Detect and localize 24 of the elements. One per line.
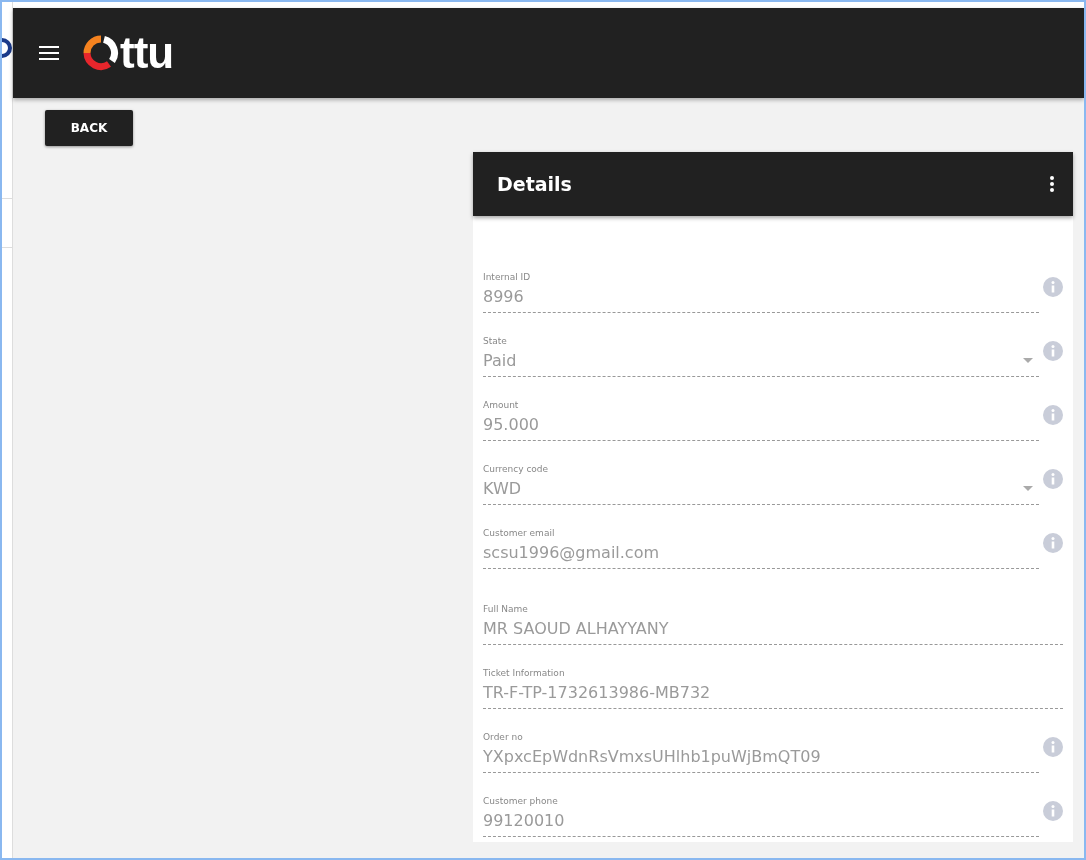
input-field[interactable]: Order no YXpxcEpWdnRsVmxsUHlhb1puWjBmQT09 <box>483 715 1039 773</box>
info-icon[interactable] <box>1043 405 1063 425</box>
input-field[interactable]: Ticket Information TR-F-TP-1732613986-MB732 <box>483 651 1063 709</box>
info-icon[interactable] <box>1043 341 1063 361</box>
menu-icon[interactable] <box>39 46 59 60</box>
info-icon[interactable] <box>1043 469 1063 489</box>
select-field[interactable]: Currency code KWD <box>483 447 1039 505</box>
logo-ring-icon <box>83 35 119 71</box>
dropdown-caret-icon[interactable] <box>1023 486 1033 491</box>
input-field[interactable]: Full Name MR SAOUD ALHAYYANY <box>483 587 1063 645</box>
dropdown-caret-icon[interactable] <box>1023 358 1033 363</box>
input-field[interactable]: Customer phone 99120010 <box>483 779 1039 837</box>
info-icon[interactable] <box>1043 277 1063 297</box>
card-title: Details <box>497 173 572 195</box>
info-icon[interactable] <box>1043 801 1063 821</box>
info-icon[interactable] <box>1043 737 1063 757</box>
select-field[interactable]: State Paid <box>483 319 1039 377</box>
input-field[interactable]: Amount 95.000 <box>483 383 1039 441</box>
more-options-icon[interactable] <box>1049 175 1055 193</box>
input-field[interactable]: Internal ID 8996 <box>483 255 1039 313</box>
logo-text: ttu <box>120 31 174 75</box>
info-icon[interactable] <box>1043 533 1063 553</box>
back-button[interactable]: BACK <box>45 110 133 146</box>
input-field[interactable]: Customer email scsu1996@gmail.com <box>483 511 1039 569</box>
